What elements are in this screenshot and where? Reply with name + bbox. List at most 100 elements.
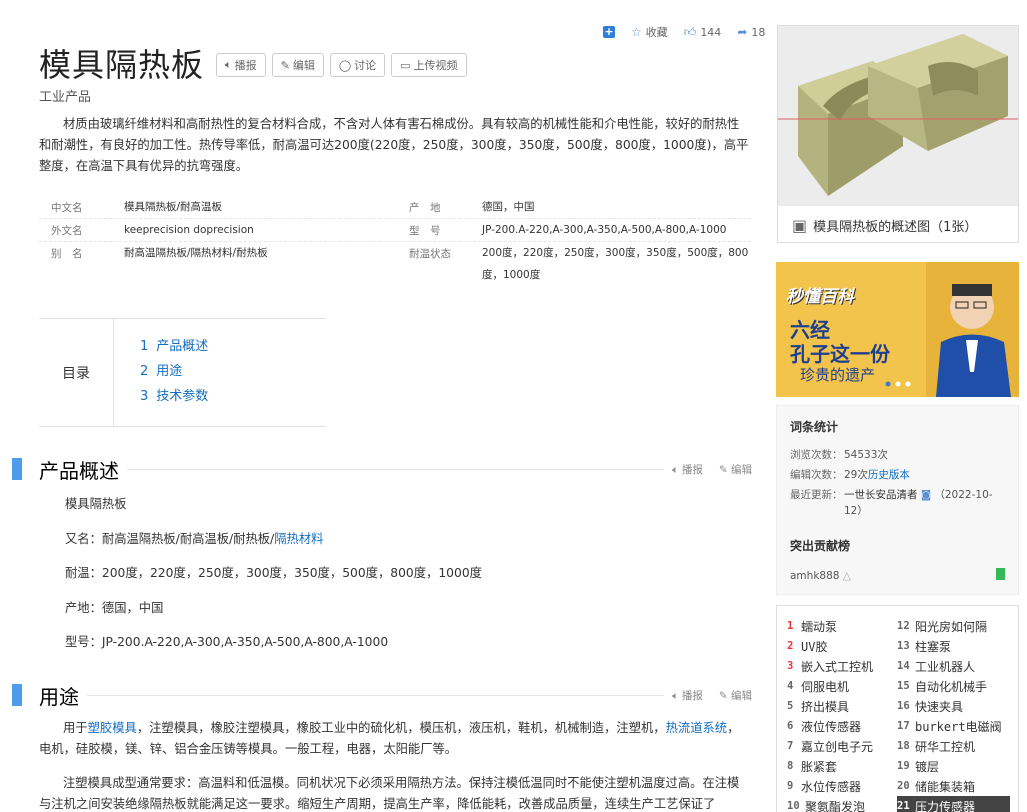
plus-icon: + — [603, 25, 615, 38]
overview-temp: 耐温：200度，220度，250度，300度，350度，500度，800度，10… — [65, 566, 482, 580]
section-listen-button[interactable]: 🔈︎ 播报 — [672, 688, 703, 703]
toc-item[interactable]: 2 用途 — [140, 360, 208, 385]
top-actions: + ☆ 收藏 👍︎ 144 ➦ 18 — [603, 24, 775, 40]
speaker-icon: 🔈︎ — [672, 463, 682, 476]
speaker-icon: 🔈︎ — [672, 689, 682, 702]
like-button[interactable]: 👍︎ 144 — [684, 25, 722, 40]
hot-list-item[interactable]: 10 聚氨酯发泡 — [787, 796, 897, 812]
section-edit-button[interactable]: ✎ 编辑 — [719, 688, 752, 703]
divider — [87, 694, 665, 696]
hot-list-item[interactable]: 16 快速夹具 — [897, 696, 1010, 716]
toc-item[interactable]: 3 技术参数 — [140, 385, 208, 410]
user-badge-icon: ◙ — [920, 489, 932, 501]
hot-list-item[interactable]: 3 嵌入式工控机 — [787, 656, 897, 676]
toc-list: 1 产品概述 2 用途 3 技术参数 — [114, 319, 208, 426]
hot-title: 阳光房如何隔 — [915, 619, 988, 634]
hot-title: 快速夹具 — [915, 699, 964, 714]
section-heading-usage: 用途 🔈︎ 播报 ✎ 编辑 — [12, 684, 752, 709]
pencil-icon: ✎ — [718, 689, 731, 702]
hot-list-item[interactable]: 2 UV胶 — [787, 636, 897, 656]
ad-line-3: 珍贵的遗产 — [800, 366, 876, 384]
section-listen-button[interactable]: 🔈︎ 播报 — [672, 462, 703, 477]
star-icon: ☆ — [631, 25, 642, 39]
section-edit-button[interactable]: ✎ 编辑 — [719, 462, 752, 477]
basic-info-row: 外文名 keeprecision doprecision 型 号 JP-200.A-… — [39, 219, 751, 242]
video-icon: ▭ — [400, 58, 411, 72]
views-count: 54533次 — [844, 449, 888, 461]
ad-banner[interactable]: 秒懂百科 六经 孔子这一份 珍贵的遗产 — [776, 262, 1019, 397]
info-key: 型 号 — [409, 225, 441, 237]
gallery-icon: ▣ — [792, 216, 808, 235]
hot-rank: 15 — [897, 680, 910, 692]
edit-button[interactable]: ✎ 编辑 — [271, 53, 324, 77]
share-button[interactable]: ➦ 18 — [737, 25, 765, 39]
summary-album[interactable]: ▣ 模具隔热板的概述图（1张） — [777, 25, 1019, 243]
overview-alias: 又名：耐高温隔热板/耐高温板/耐热板/隔热材料 — [65, 532, 324, 546]
hot-list-item[interactable]: 4 伺服电机 — [787, 676, 897, 696]
hot-list-item[interactable]: 17 burkert电磁阀 — [897, 716, 1010, 736]
hot-list-item[interactable]: 20 储能集装箱 — [897, 776, 1010, 796]
hot-title: 柱塞泵 — [915, 639, 952, 654]
contributor-name[interactable]: amhk888 — [790, 570, 839, 582]
mold-link[interactable]: 塑胶模具 — [88, 721, 137, 735]
hot-title: 蠕动泵 — [801, 619, 838, 634]
hot-rank: 1 — [787, 620, 794, 632]
chat-icon: ◯ — [338, 58, 352, 72]
hot-list-item[interactable]: 19 镀层 — [897, 756, 1010, 776]
hot-list-item[interactable]: 5 挤出模具 — [787, 696, 897, 716]
pencil-icon: ✎ — [718, 463, 731, 476]
hot-rank: 19 — [897, 760, 910, 772]
hot-title: 液位传感器 — [801, 719, 862, 734]
favorite-button[interactable]: ☆ 收藏 — [631, 24, 668, 40]
table-of-contents: 目录 1 产品概述 2 用途 3 技术参数 — [39, 318, 326, 427]
hot-rank: 7 — [787, 740, 794, 752]
info-key: 耐温状态 — [409, 248, 451, 260]
info-key: 产 地 — [409, 202, 441, 214]
info-value: 德国，中国 — [482, 201, 535, 213]
updated-user[interactable]: 一世长安品清者 — [844, 489, 918, 501]
hot-list-item[interactable]: 1 蠕动泵 — [787, 616, 897, 636]
hot-list-item[interactable]: 15 自动化机械手 — [897, 676, 1010, 696]
section-tools: 🔈︎ 播报 ✎ 编辑 — [672, 462, 752, 477]
hot-list-item[interactable]: 12 阳光房如何隔 — [897, 616, 1010, 636]
history-link[interactable]: 历史版本 — [868, 467, 910, 483]
hot-rank: 5 — [787, 700, 794, 712]
section-tools: 🔈︎ 播报 ✎ 编辑 — [672, 688, 752, 703]
hot-rank: 3 — [787, 660, 794, 672]
hot-rank: 13 — [897, 640, 910, 652]
upload-video-button[interactable]: ▭ 上传视频 — [391, 53, 467, 77]
info-value: keeprecision doprecision — [124, 224, 254, 236]
hot-list-item[interactable]: 9 水位传感器 — [787, 776, 897, 796]
hot-list-item[interactable]: 14 工业机器人 — [897, 656, 1010, 676]
share-icon: ➦ — [737, 25, 748, 39]
hot-title: UV胶 — [801, 639, 828, 654]
info-value: 200度，220度，250度，300度，350度，500度，800度，1000度 — [482, 247, 749, 281]
discuss-button[interactable]: ◯ 讨论 — [329, 53, 386, 77]
add-button[interactable]: + — [603, 26, 615, 38]
hot-title: 镀层 — [915, 759, 940, 774]
summary-paragraph: 材质由玻璃纤维材料和高耐热性的复合材料合成，不含对人体有害石棉成份。具有较高的机… — [39, 117, 749, 173]
album-caption: ▣ 模具隔热板的概述图（1张） — [792, 216, 978, 235]
hot-title: 伺服电机 — [801, 679, 850, 694]
hot-list-item[interactable]: 21 压力传感器 — [897, 796, 1010, 812]
bookmark-icon[interactable] — [996, 568, 1005, 580]
hot-rank: 20 — [897, 780, 910, 792]
hot-list-item[interactable]: 7 嘉立创电子元 — [787, 736, 897, 756]
hot-runner-link[interactable]: 热流道系统 — [666, 721, 728, 735]
hot-list-item[interactable]: 18 研华工控机 — [897, 736, 1010, 756]
section-accent-bar — [12, 684, 22, 706]
listen-button[interactable]: 🔈︎ 播报 — [216, 53, 266, 77]
edits-count: 29次 — [844, 469, 868, 481]
hot-rank: 8 — [787, 760, 794, 772]
info-value: JP-200.A-220,A-300,A-350,A-500,A-800,A-1… — [482, 224, 727, 236]
hot-list-item[interactable]: 6 液位传感器 — [787, 716, 897, 736]
section-title: 用途 — [39, 684, 79, 709]
hot-list-item[interactable]: 13 柱塞泵 — [897, 636, 1010, 656]
alias-link[interactable]: 隔热材料 — [274, 532, 323, 546]
hot-list-item[interactable]: 8 胀紧套 — [787, 756, 897, 776]
hot-title: 压力传感器 — [915, 799, 976, 812]
hot-rank: 17 — [897, 720, 910, 732]
hot-rank: 21 — [897, 800, 910, 812]
ad-line-2: 孔子这一份 — [790, 342, 890, 366]
toc-item[interactable]: 1 产品概述 — [140, 335, 208, 360]
